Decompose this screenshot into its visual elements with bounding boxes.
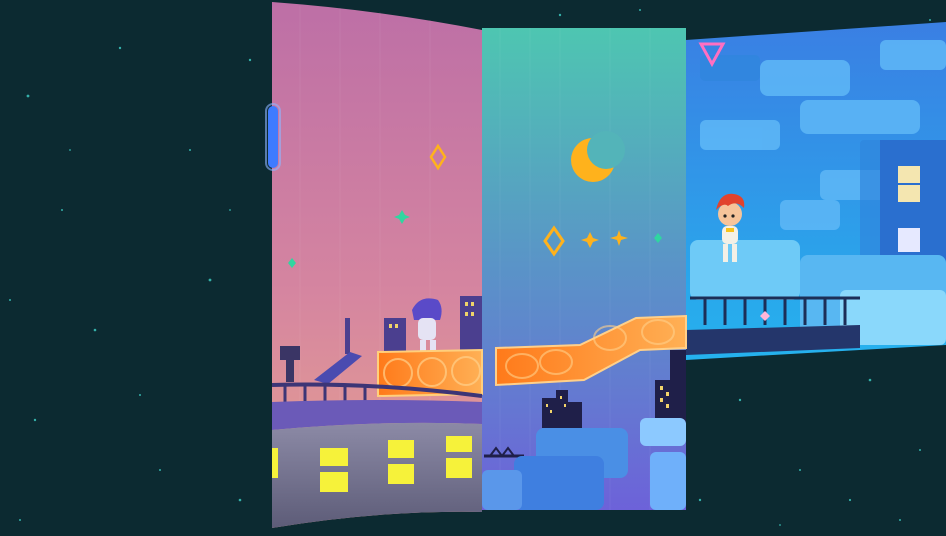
sunset-rooftop-panel <box>265 2 483 528</box>
game-scene <box>0 0 946 536</box>
blue-ruins-panel <box>686 22 946 360</box>
teal-night-panel <box>482 28 687 510</box>
